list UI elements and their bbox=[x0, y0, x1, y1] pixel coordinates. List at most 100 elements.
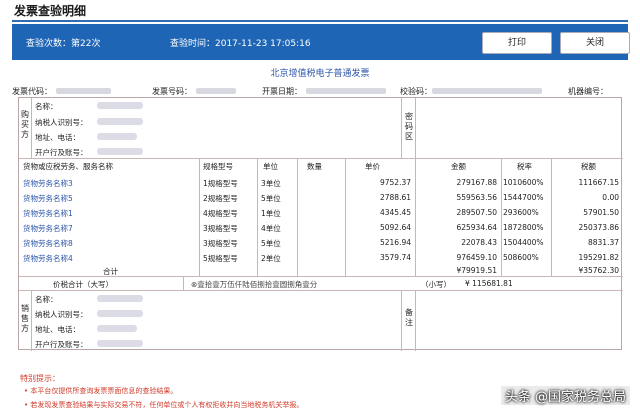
row-amount: 22078.43 bbox=[461, 238, 497, 247]
invoice-meta-row: 发票代码： 发票号码： 开票日期： 校验码： 机器编号： bbox=[12, 86, 628, 96]
row-price: 4345.45 bbox=[379, 208, 411, 217]
row-amount: 976459.10 bbox=[456, 253, 497, 262]
row-rate: 508600% bbox=[503, 253, 539, 262]
row-spec: 4规格型号 bbox=[203, 209, 238, 218]
col-amount-header: 金额 bbox=[451, 162, 466, 171]
row-tax: 8831.37 bbox=[587, 238, 619, 247]
print-button[interactable]: 打印 bbox=[482, 32, 552, 54]
buyer-side-label: 购买方 bbox=[21, 110, 29, 139]
seller-side-label: 销售方 bbox=[21, 304, 29, 333]
row-tax: 111667.15 bbox=[578, 178, 619, 187]
seller-addr-value bbox=[97, 325, 137, 332]
seller-addr-label: 地址、电话： bbox=[35, 325, 80, 334]
row-spec: 5规格型号 bbox=[203, 254, 238, 263]
check-code-value bbox=[432, 88, 542, 94]
total-amount: ¥79919.51 bbox=[456, 266, 497, 275]
row-unit: 5单位 bbox=[261, 194, 281, 203]
row-name: 货物劳务名称1 bbox=[23, 209, 73, 218]
buyer-taxid-label: 纳税人识别号： bbox=[35, 118, 88, 127]
page-title: 发票查验明细 bbox=[14, 4, 87, 18]
row-rate: 1010600% bbox=[503, 178, 544, 187]
total-tax: ¥35762.30 bbox=[578, 266, 619, 275]
row-name: 货物劳务名称3 bbox=[23, 179, 73, 188]
row-spec: 3规格型号 bbox=[203, 239, 238, 248]
row-price: 5216.94 bbox=[379, 238, 411, 247]
buyer-bank-label: 开户行及账号： bbox=[35, 148, 88, 157]
row-tax: 0.00 bbox=[602, 193, 619, 202]
buyer-addr-label: 地址、电话： bbox=[35, 133, 80, 142]
note-item: • 若发现发票查验结果与实际交易不符，任何单位或个人有权拒收并向当地税务机关举报… bbox=[24, 401, 304, 409]
machine-number-label: 机器编号： bbox=[568, 87, 608, 96]
invoice-code-label: 发票代码： bbox=[12, 87, 52, 96]
grand-total-small: ¥ 115681.81 bbox=[465, 279, 513, 288]
seller-name-label: 名称： bbox=[35, 295, 58, 304]
grand-total-label: 价税合计（大写） bbox=[53, 280, 113, 289]
col-qty-header: 数量 bbox=[307, 162, 322, 171]
row-rate: 1544700% bbox=[503, 193, 544, 202]
title-divider bbox=[12, 20, 628, 22]
seller-taxid-value bbox=[97, 310, 143, 317]
seller-taxid-label: 纳税人识别号： bbox=[35, 310, 88, 319]
row-price: 2788.61 bbox=[379, 193, 411, 202]
buyer-bank-value bbox=[97, 148, 143, 155]
row-name: 货物劳务名称7 bbox=[23, 224, 73, 233]
grand-total-words: ⊗壹拾壹万伍仟陆佰捌拾壹圆捌角壹分 bbox=[191, 280, 318, 289]
invoice-table: 购买方 名称： 纳税人识别号： 地址、电话： 开户行及账号： 密码区 货物或应税… bbox=[18, 97, 623, 351]
row-price: 9752.37 bbox=[379, 178, 411, 187]
invoice-number-value bbox=[196, 88, 236, 94]
invoice-title: 北京增值税电子普通发票 bbox=[270, 69, 370, 79]
row-unit: 1单位 bbox=[261, 209, 281, 218]
invoice-date-label: 开票日期： bbox=[262, 87, 302, 96]
invoice-date-value bbox=[306, 88, 386, 94]
row-unit: 4单位 bbox=[261, 224, 281, 233]
row-name: 货物劳务名称4 bbox=[23, 254, 73, 263]
query-count: 查验次数：第22次 bbox=[26, 39, 101, 49]
row-name: 货物劳务名称8 bbox=[23, 239, 73, 248]
grand-total-small-label: （小写） bbox=[421, 280, 451, 289]
query-info-bar: 查验次数：第22次 查验时间：2017-11-23 17:05:16 打印 关闭 bbox=[12, 24, 630, 60]
invoice-number-label: 发票号码： bbox=[152, 87, 192, 96]
check-code-label: 校验码： bbox=[400, 87, 432, 96]
cipher-area-label: 密码区 bbox=[405, 112, 413, 141]
col-tax-header: 税额 bbox=[581, 162, 596, 171]
row-amount: 559563.56 bbox=[456, 193, 497, 202]
row-rate: 1504400% bbox=[503, 238, 544, 247]
row-tax: 57901.50 bbox=[583, 208, 619, 217]
row-amount: 289507.50 bbox=[456, 208, 497, 217]
row-amount: 279167.88 bbox=[456, 178, 497, 187]
buyer-name-label: 名称： bbox=[35, 102, 58, 111]
row-rate: 293600% bbox=[503, 208, 539, 217]
remark-label: 备注 bbox=[405, 308, 413, 327]
row-unit: 2单位 bbox=[261, 254, 281, 263]
col-unit-header: 单位 bbox=[263, 162, 278, 171]
row-unit: 5单位 bbox=[261, 239, 281, 248]
row-price: 5092.64 bbox=[379, 223, 411, 232]
col-spec-header: 规格型号 bbox=[203, 162, 233, 171]
row-tax: 195291.82 bbox=[578, 253, 619, 262]
col-item-header: 货物或应税劳务、服务名称 bbox=[23, 162, 113, 171]
row-amount: 625934.64 bbox=[456, 223, 497, 232]
seller-bank-label: 开户行及账号： bbox=[35, 340, 88, 349]
buyer-name-value bbox=[97, 102, 143, 109]
row-spec: 1规格型号 bbox=[203, 179, 238, 188]
col-price-header: 单价 bbox=[365, 162, 380, 171]
seller-bank-value bbox=[97, 340, 143, 347]
query-time: 查验时间：2017-11-23 17:05:16 bbox=[170, 39, 311, 49]
row-price: 3579.74 bbox=[379, 253, 411, 262]
note-item: • 本平台仅提供所查询发票票面信息的查验结果。 bbox=[24, 387, 178, 395]
watermark: 头条 @国家税务总局 bbox=[500, 386, 630, 405]
row-spec: 3规格型号 bbox=[203, 224, 238, 233]
row-spec: 2规格型号 bbox=[203, 194, 238, 203]
row-tax: 250373.86 bbox=[578, 223, 619, 232]
col-rate-header: 税率 bbox=[517, 162, 532, 171]
buyer-taxid-value bbox=[97, 118, 143, 125]
close-button[interactable]: 关闭 bbox=[560, 32, 630, 54]
seller-name-value bbox=[97, 295, 143, 302]
row-rate: 1872800% bbox=[503, 223, 544, 232]
row-unit: 3单位 bbox=[261, 179, 281, 188]
row-name: 货物劳务名称5 bbox=[23, 194, 73, 203]
buyer-addr-value bbox=[97, 133, 137, 140]
notes-title: 特别提示： bbox=[20, 374, 60, 383]
invoice-code-value bbox=[56, 88, 111, 94]
invoice-verification-page: 发票查验明细 查验次数：第22次 查验时间：2017-11-23 17:05:1… bbox=[0, 0, 640, 415]
